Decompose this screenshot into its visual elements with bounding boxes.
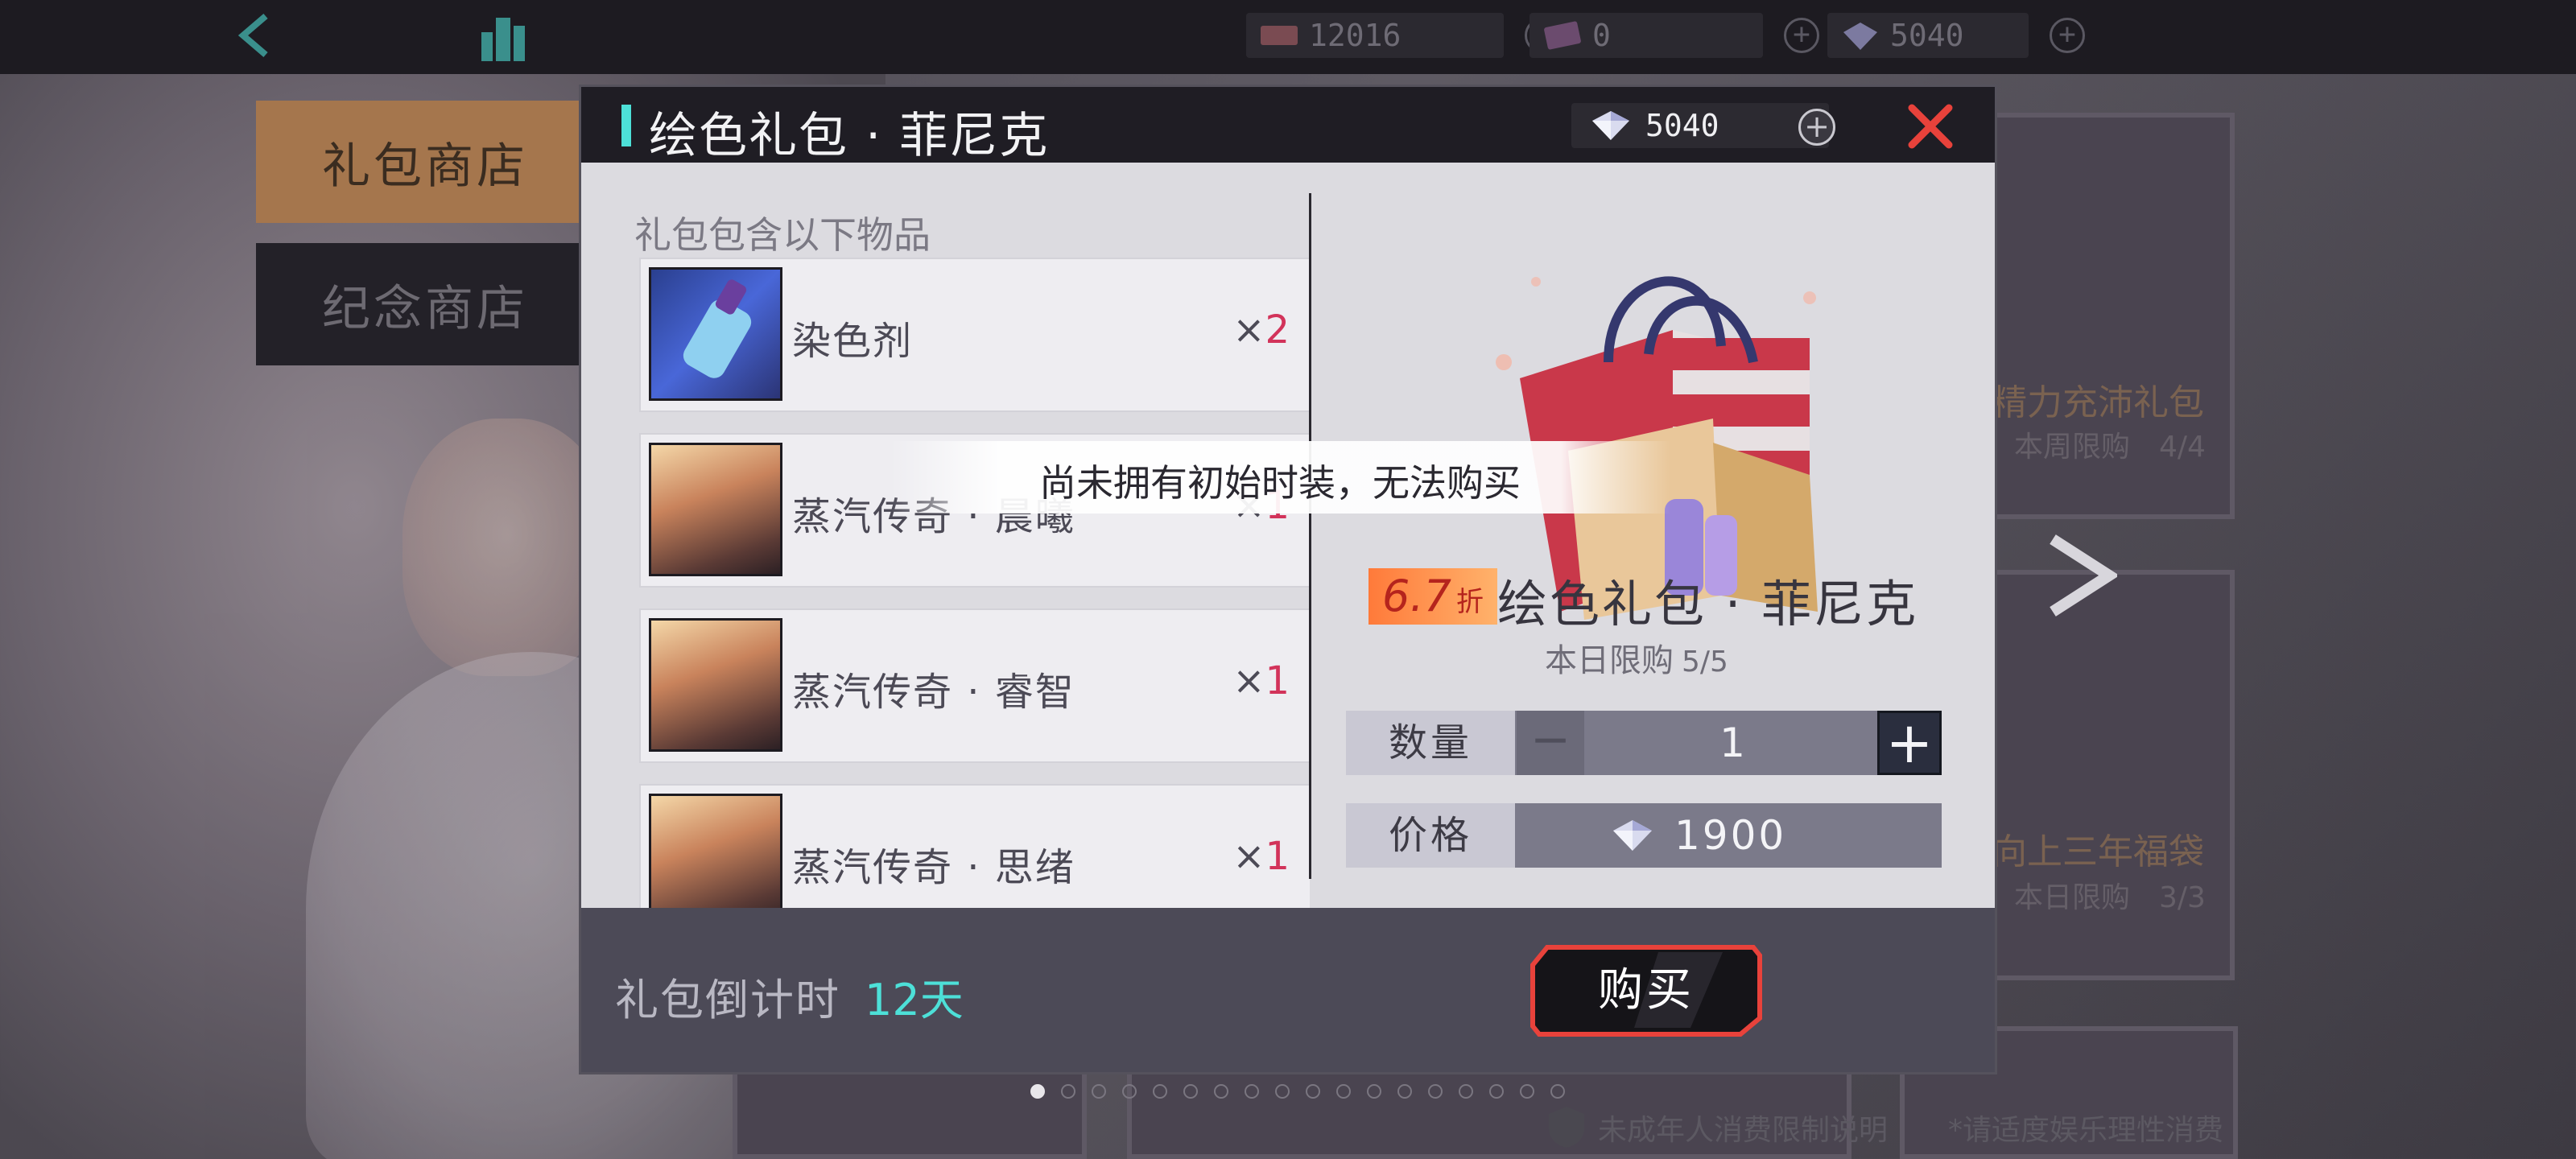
next-page-arrow-icon[interactable] — [2045, 531, 2117, 620]
page-dot[interactable] — [1122, 1084, 1137, 1099]
page-dot[interactable] — [1336, 1084, 1351, 1099]
close-icon[interactable] — [1905, 101, 1955, 151]
toast-message: 尚未拥有初始时装，无法购买 — [1039, 461, 1521, 505]
buy-button[interactable]: 购买 — [1530, 944, 1763, 1037]
outfit-portrait-icon — [649, 443, 782, 576]
buy-label: 购买 — [1598, 964, 1695, 1017]
gem-add-button[interactable]: + — [1798, 109, 1835, 146]
page-dot[interactable] — [1550, 1084, 1565, 1099]
quantity-value[interactable]: 1 — [1587, 711, 1877, 775]
page-dot[interactable] — [1061, 1084, 1075, 1099]
coupon-currency: 0 + — [1530, 13, 1819, 58]
top-bar: 12016 + 0 + 5040 + — [0, 0, 2576, 74]
quantity-plus-button[interactable]: + — [1877, 711, 1942, 775]
back-arrow-icon[interactable] — [232, 11, 280, 60]
rational-spending-note: *请适度娱乐理性消费 — [1948, 1114, 2224, 1147]
tab-souvenir-shop[interactable]: 纪念商店 — [256, 243, 594, 365]
shop-card-energy-pack[interactable]: 精力充沛礼包 本周限购 4/4 — [1961, 113, 2235, 519]
gift-pack-dialog: 绘色礼包 · 菲尼克 5040 + 礼包包含以下物品 染色剂 ×2 蒸汽传奇 ·… — [581, 87, 1995, 1072]
quantity-stepper: 数量 − 1 + — [1346, 711, 1942, 775]
coupon-add-button[interactable]: + — [1784, 18, 1819, 53]
discount-value: 6.7 — [1382, 571, 1451, 621]
minor-spending-note-link[interactable]: 未成年人消费限制说明 — [1598, 1107, 1888, 1149]
list-item[interactable]: 染色剂 ×2 — [639, 258, 1310, 412]
toast-notification: 尚未拥有初始时装，无法购买 — [890, 441, 1670, 514]
page-dot[interactable] — [1153, 1084, 1167, 1099]
quantity-minus-button[interactable]: − — [1517, 711, 1584, 775]
outfit-portrait-icon — [649, 794, 782, 916]
countdown-label: 礼包倒计时 — [615, 975, 840, 1025]
page-dot[interactable] — [1520, 1084, 1534, 1099]
page-dot[interactable] — [1092, 1084, 1106, 1099]
ticket-currency: 12016 + — [1246, 13, 1560, 58]
ticket-amount: 12016 — [1309, 18, 1402, 53]
gem-balance-value: 5040 — [1645, 108, 1719, 143]
page-dot[interactable] — [1245, 1084, 1259, 1099]
home-building-icon[interactable] — [475, 8, 531, 64]
item-name: 蒸汽传奇 · 思绪 — [792, 845, 1075, 890]
page-dot[interactable] — [1367, 1084, 1381, 1099]
shield-icon[interactable] — [1546, 1104, 1587, 1149]
item-quantity: ×1 — [1232, 658, 1290, 703]
gem-icon — [1592, 111, 1629, 140]
shop-card-lucky-bag[interactable]: 向上三年福袋 本日限购 3/3 — [1961, 570, 2235, 980]
coupon-icon — [1544, 21, 1581, 50]
gem-add-button[interactable]: + — [2050, 18, 2085, 53]
discount-unit: 折 — [1455, 586, 1484, 618]
dye-potion-icon — [649, 267, 782, 401]
dialog-footer: 礼包倒计时 12天 购买 — [581, 908, 1995, 1072]
item-name: 染色剂 — [792, 319, 914, 364]
item-quantity: ×2 — [1232, 307, 1290, 353]
page-indicator — [1030, 1084, 1565, 1099]
page-dot[interactable] — [1183, 1084, 1198, 1099]
list-item[interactable]: 蒸汽传奇 · 思绪 ×1 — [639, 784, 1310, 916]
page-dot[interactable] — [1489, 1084, 1504, 1099]
quantity-label: 数量 — [1346, 711, 1515, 775]
countdown-value: 12天 — [865, 975, 964, 1025]
page-dot[interactable] — [1459, 1084, 1473, 1099]
item-name: 蒸汽传奇 · 睿智 — [792, 670, 1075, 715]
page-dot[interactable] — [1428, 1084, 1443, 1099]
discount-badge: 6.7 折 — [1368, 568, 1497, 625]
character-head — [402, 419, 612, 676]
purchase-limit: 本日限购 5/5 — [1545, 642, 1728, 679]
item-quantity: ×1 — [1232, 834, 1290, 879]
list-item[interactable]: 蒸汽传奇 · 睿智 ×1 — [639, 608, 1310, 763]
page-dot[interactable] — [1275, 1084, 1290, 1099]
panel-divider — [1309, 193, 1311, 879]
gem-icon — [1843, 23, 1877, 50]
page-dot[interactable] — [1214, 1084, 1228, 1099]
gem-amount: 5040 — [1890, 18, 1964, 53]
outfit-portrait-icon — [649, 618, 782, 752]
price-value: 1900 — [1674, 812, 1787, 859]
coupon-amount: 0 — [1592, 18, 1611, 53]
page-dot[interactable] — [1306, 1084, 1320, 1099]
gem-icon — [1613, 820, 1652, 851]
page-dot[interactable] — [1030, 1084, 1045, 1099]
page-dot[interactable] — [1397, 1084, 1412, 1099]
tab-gift-shop[interactable]: 礼包商店 — [256, 101, 594, 223]
product-name: 绘色礼包 · 菲尼克 — [1497, 575, 1919, 633]
price-row: 价格 1900 — [1346, 803, 1942, 868]
dialog-gem-balance: 5040 — [1571, 103, 1829, 148]
ticket-icon — [1261, 26, 1298, 45]
gem-currency: 5040 + — [1827, 13, 2085, 58]
shop-card-title: 向上三年福袋 — [1992, 831, 2204, 872]
shop-card-limit: 本日限购 3/3 — [2014, 881, 2206, 914]
shop-card-limit: 本周限购 4/4 — [2014, 431, 2206, 464]
shop-card-title: 精力充沛礼包 — [1992, 382, 2204, 423]
price-label: 价格 — [1346, 803, 1515, 868]
